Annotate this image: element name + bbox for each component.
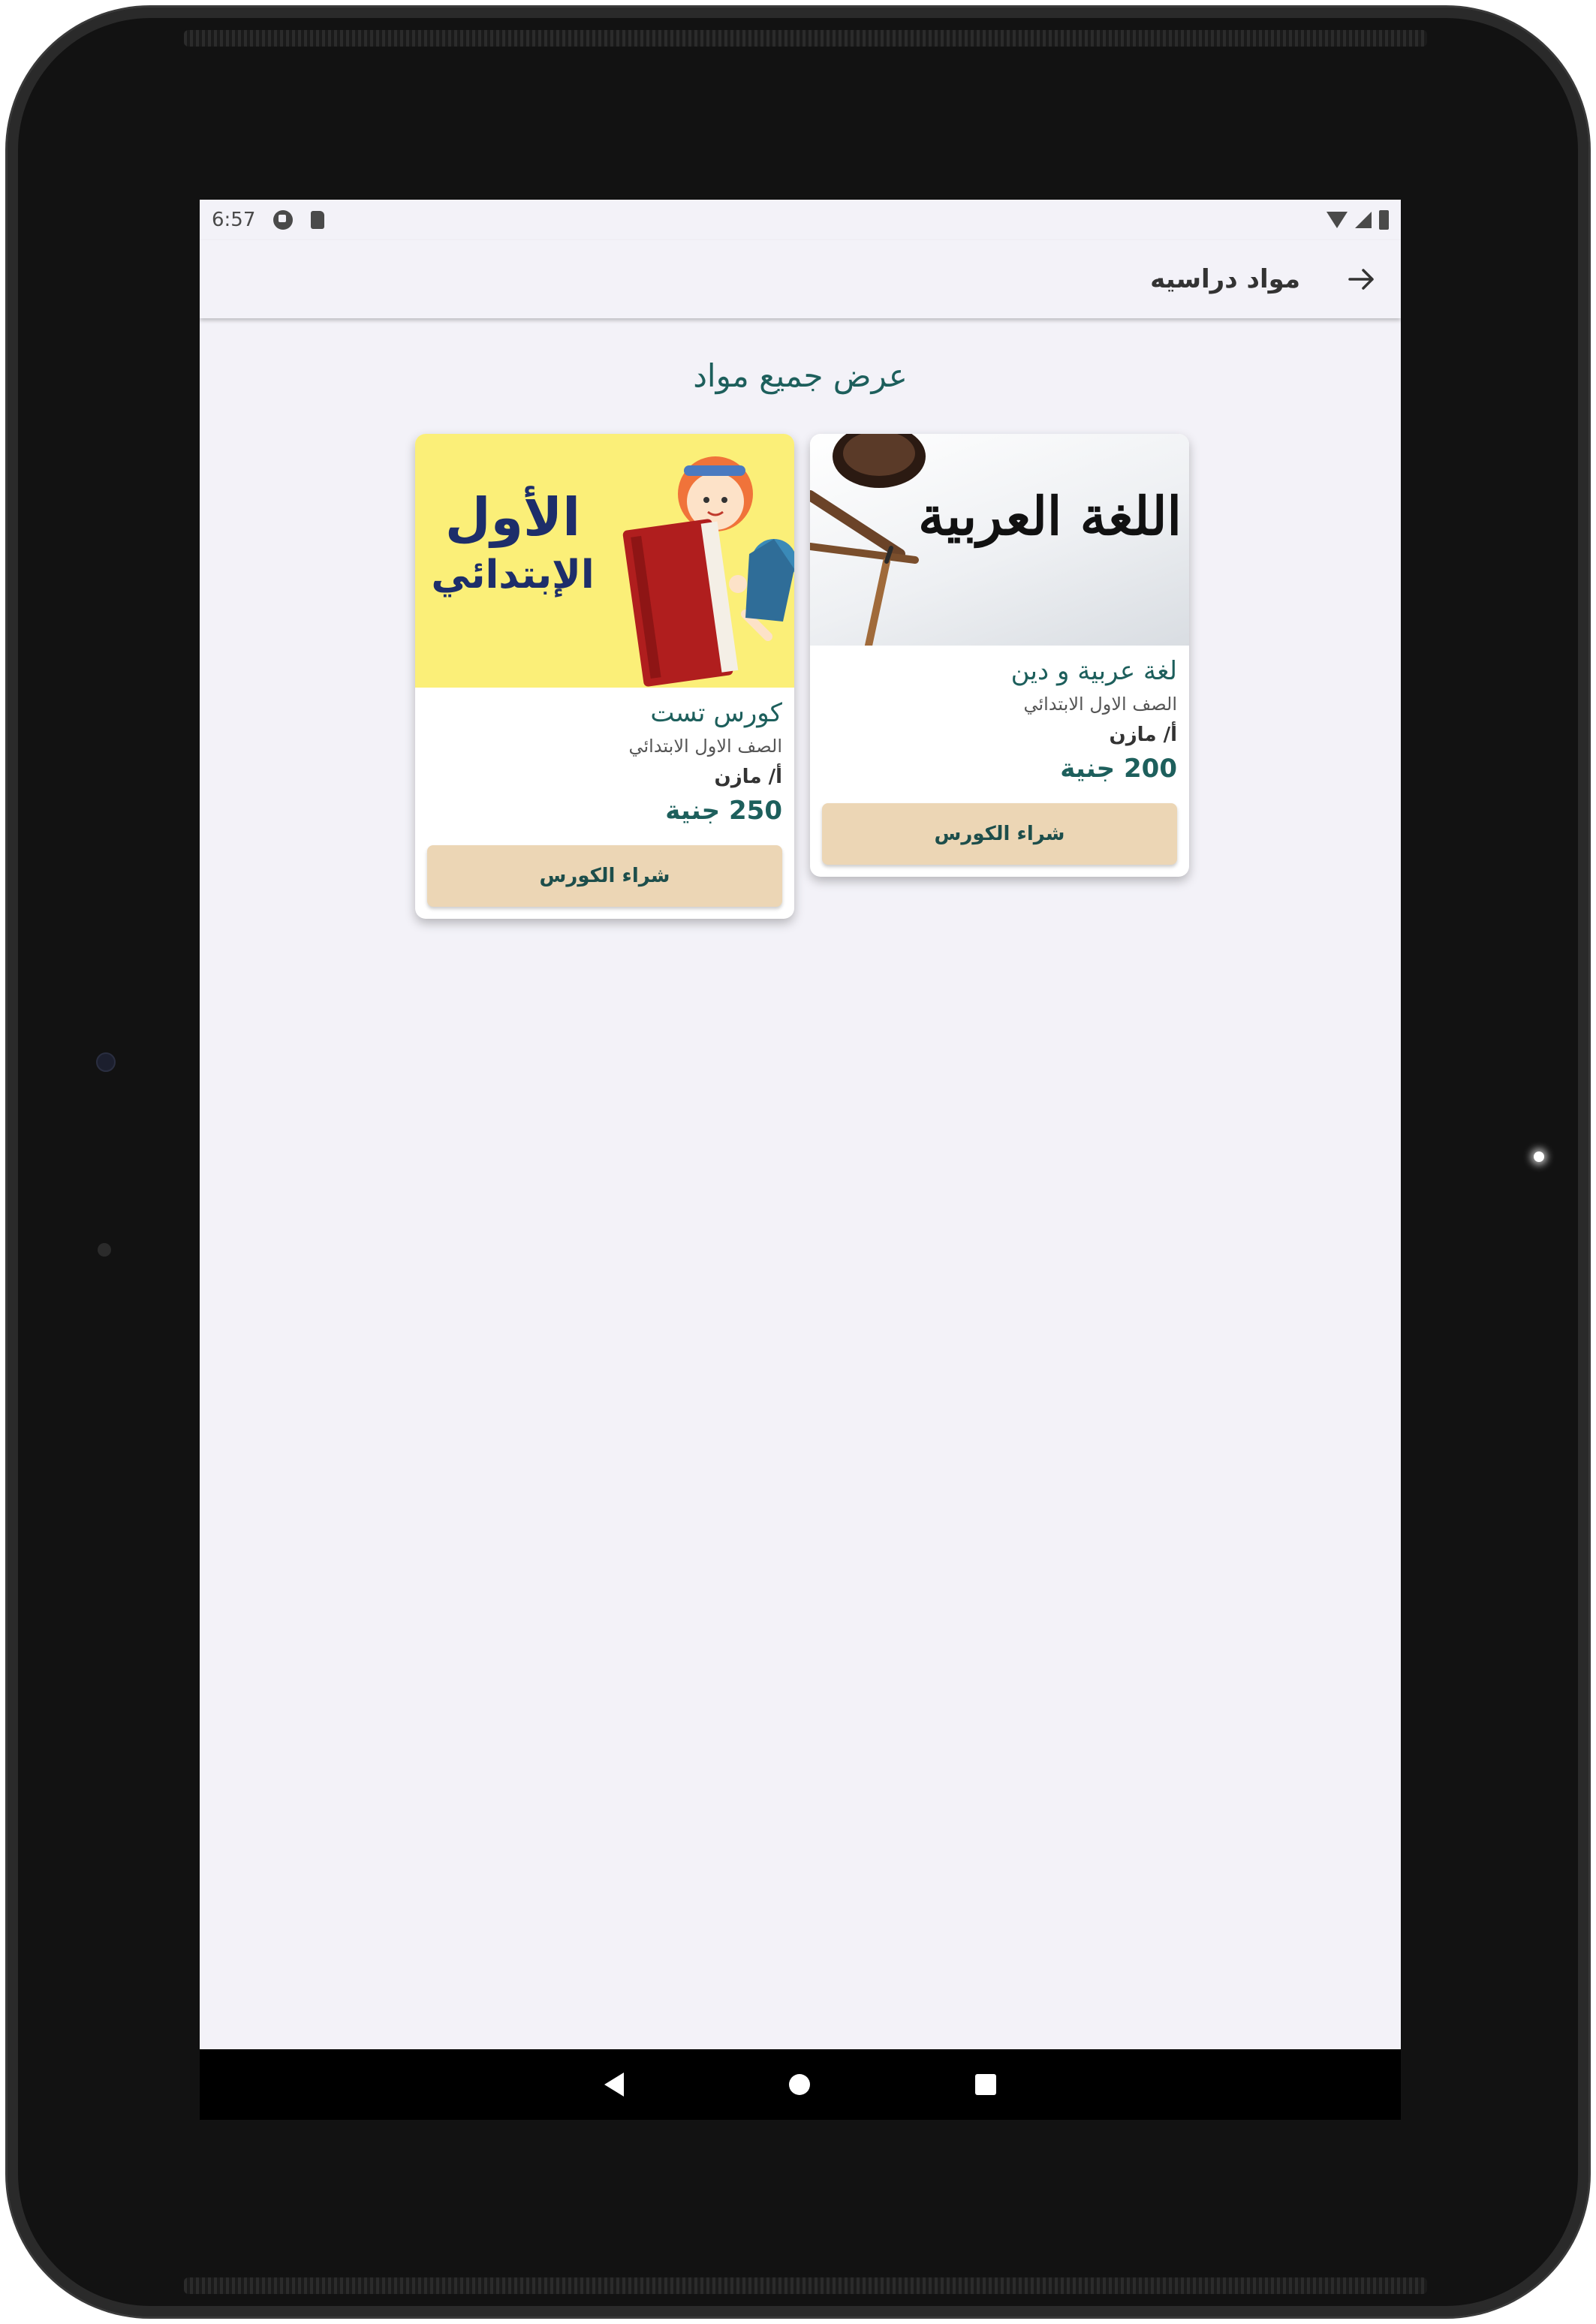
wifi-icon bbox=[1326, 212, 1348, 228]
speaker-grill-bottom bbox=[184, 2277, 1427, 2294]
image-caption: اللغة العربية bbox=[918, 485, 1183, 547]
status-time: 6:57 bbox=[212, 209, 256, 231]
section-title: عرض جميع مواد bbox=[693, 357, 908, 394]
nav-home-icon[interactable] bbox=[789, 2074, 810, 2095]
course-card[interactable]: اللغة العربية لغة عربية و دين الصف الاول… bbox=[810, 434, 1189, 877]
status-right bbox=[1326, 210, 1389, 230]
signal-icon bbox=[1355, 212, 1372, 228]
screen: 6:57 مواد دراسيه عرض جميع مواد اللغة الع… bbox=[200, 200, 1401, 2120]
status-left: 6:57 bbox=[212, 209, 325, 231]
course-teacher: أ/ مازن bbox=[714, 766, 782, 788]
image-caption: الأول الإبتدائي bbox=[423, 485, 603, 600]
course-image: اللغة العربية bbox=[810, 434, 1189, 646]
course-price: 200 جنية bbox=[1060, 754, 1177, 784]
navigation-bar bbox=[200, 2049, 1401, 2120]
light-sensor bbox=[98, 1243, 111, 1257]
image-caption-line2: الإبتدائي bbox=[431, 552, 595, 598]
buy-course-button[interactable]: شراء الكورس bbox=[822, 803, 1177, 865]
nav-recents-icon[interactable] bbox=[975, 2074, 996, 2095]
back-arrow-icon[interactable] bbox=[1345, 263, 1378, 296]
image-caption-line1: الأول bbox=[444, 486, 581, 548]
app-notification-icon bbox=[273, 210, 294, 230]
course-price: 250 جنية bbox=[665, 796, 782, 826]
nav-back-icon[interactable] bbox=[604, 2073, 624, 2097]
page-title: مواد دراسيه bbox=[1150, 264, 1300, 294]
course-teacher: أ/ مازن bbox=[1109, 724, 1177, 746]
card-body: كورس تست الصف الاول الابتدائي أ/ مازن 25… bbox=[415, 688, 794, 919]
app-bar: مواد دراسيه bbox=[200, 240, 1401, 318]
front-camera bbox=[96, 1052, 116, 1072]
course-grade: الصف الاول الابتدائي bbox=[1023, 694, 1177, 715]
notification-led bbox=[1534, 1151, 1544, 1162]
card-body: لغة عربية و دين الصف الاول الابتدائي أ/ … bbox=[810, 646, 1189, 877]
sd-card-icon bbox=[311, 211, 325, 229]
status-bar: 6:57 bbox=[200, 200, 1401, 240]
speaker-grill-top bbox=[184, 30, 1427, 47]
course-title: كورس تست bbox=[650, 698, 782, 728]
course-card[interactable]: الأول الإبتدائي كورس تست الصف الاول الاب… bbox=[415, 434, 794, 919]
course-title: لغة عربية و دين bbox=[1010, 656, 1177, 686]
course-image: الأول الإبتدائي bbox=[415, 434, 794, 688]
course-grade: الصف الاول الابتدائي bbox=[628, 736, 782, 757]
buy-course-button[interactable]: شراء الكورس bbox=[427, 845, 782, 907]
battery-icon bbox=[1379, 210, 1389, 230]
